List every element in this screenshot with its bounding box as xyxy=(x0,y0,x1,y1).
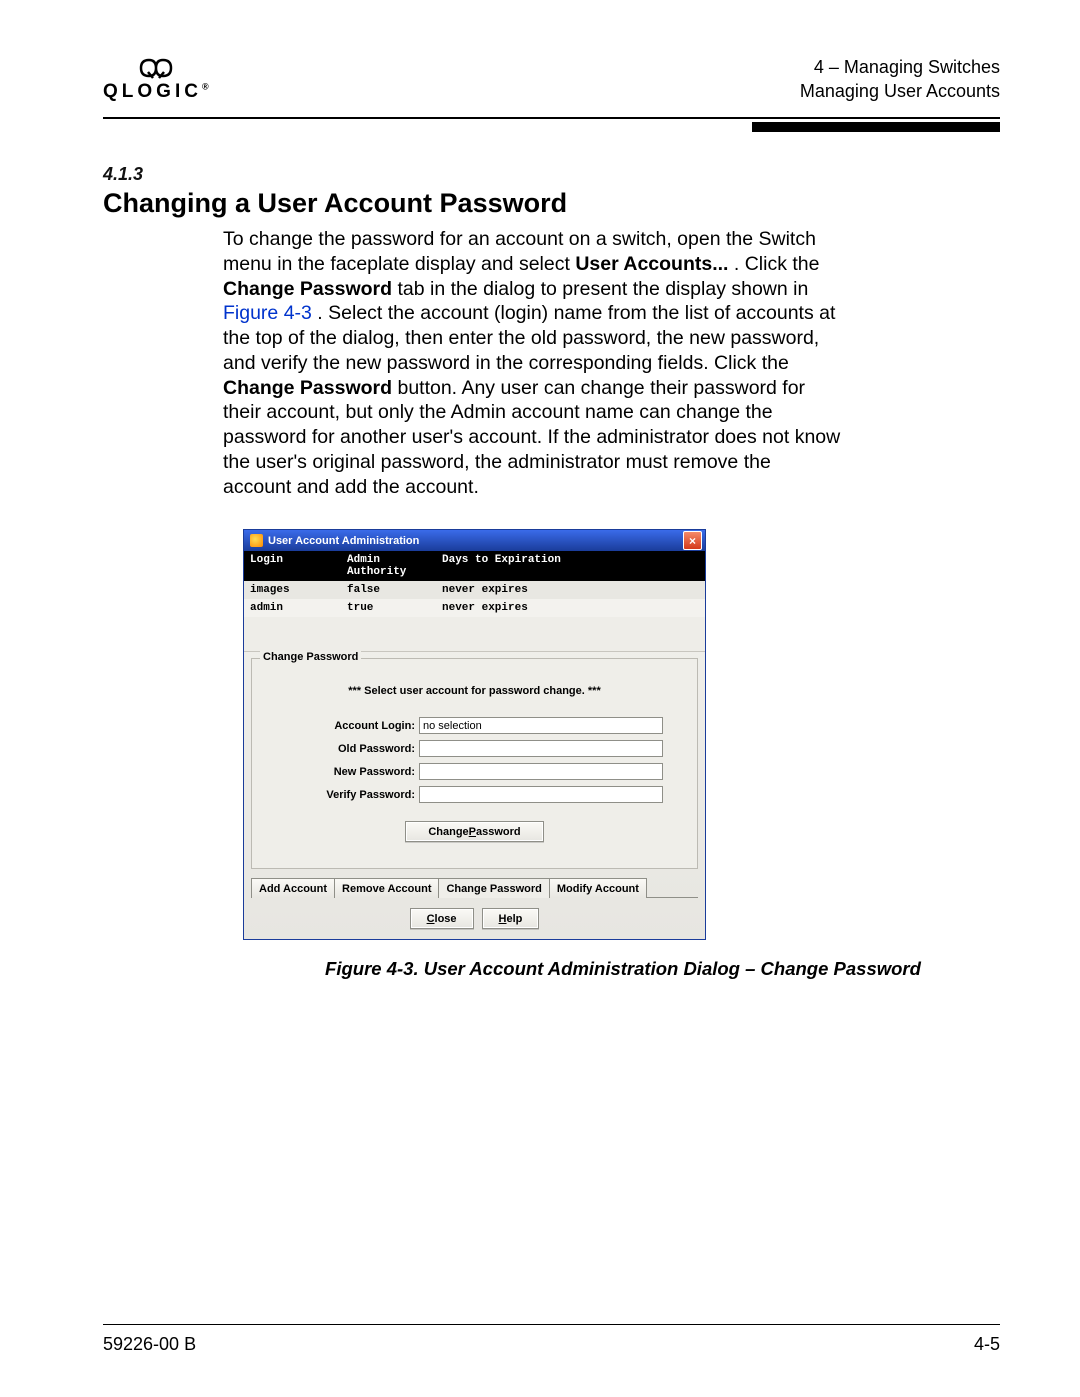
close-button[interactable]: Close xyxy=(410,908,474,929)
account-login-field[interactable] xyxy=(419,717,663,734)
help-button[interactable]: Help xyxy=(482,908,540,929)
table-row[interactable]: admin true never expires xyxy=(244,599,705,617)
app-icon xyxy=(250,534,263,547)
change-password-button[interactable]: Change Password xyxy=(405,821,543,842)
dialog-tabs: Add Account Remove Account Change Passwo… xyxy=(244,877,705,897)
new-password-field[interactable] xyxy=(419,763,663,780)
old-password-label: Old Password: xyxy=(260,743,419,755)
tab-change-password[interactable]: Change Password xyxy=(438,878,549,898)
dialog-titlebar: User Account Administration × xyxy=(244,530,705,551)
accounts-table: Login Admin Authority Days to Expiration… xyxy=(244,551,705,652)
section-title: Changing a User Account Password xyxy=(103,188,1000,219)
footer-doc-id: 59226-00 B xyxy=(103,1334,196,1355)
dialog-title: User Account Administration xyxy=(268,535,683,547)
footer-page-num: 4-5 xyxy=(974,1334,1000,1355)
verify-password-label: Verify Password: xyxy=(260,789,419,801)
close-icon[interactable]: × xyxy=(683,531,702,550)
user-account-admin-dialog: User Account Administration × Login Admi… xyxy=(243,529,706,940)
header-breadcrumb: 4 – Managing Switches Managing User Acco… xyxy=(800,55,1000,104)
tab-modify-account[interactable]: Modify Account xyxy=(549,878,647,898)
change-password-panel: Change Password *** Select user account … xyxy=(251,658,698,869)
section-number: 4.1.3 xyxy=(103,164,1000,185)
old-password-field[interactable] xyxy=(419,740,663,757)
header-line1: 4 – Managing Switches xyxy=(800,55,1000,79)
col-admin: Admin Authority xyxy=(347,554,442,578)
qlogic-logo-icon xyxy=(136,57,176,79)
bold-change-password-tab: Change Password xyxy=(223,278,392,300)
table-row[interactable]: images false never expires xyxy=(244,581,705,599)
account-login-label: Account Login: xyxy=(260,720,419,732)
figure-link[interactable]: Figure 4-3 xyxy=(223,302,312,324)
col-login: Login xyxy=(250,554,347,578)
change-password-legend: Change Password xyxy=(260,651,361,663)
footer-rule xyxy=(103,1324,1000,1326)
change-password-note: *** Select user account for password cha… xyxy=(260,685,689,697)
tab-remove-account[interactable]: Remove Account xyxy=(334,878,439,898)
accounts-header: Login Admin Authority Days to Expiration xyxy=(244,551,705,581)
new-password-label: New Password: xyxy=(260,766,419,778)
col-exp: Days to Expiration xyxy=(442,554,699,578)
bold-change-password-btn: Change Password xyxy=(223,377,392,399)
figure-caption: Figure 4-3. User Account Administration … xyxy=(303,958,943,980)
tab-add-account[interactable]: Add Account xyxy=(251,878,335,898)
logo-text: QLOGIC xyxy=(103,81,202,102)
page-footer: 59226-00 B 4-5 xyxy=(103,1334,1000,1355)
header-rule xyxy=(103,117,1000,131)
bold-user-accounts: User Accounts... xyxy=(575,253,728,275)
qlogic-logo: QLOGIC® xyxy=(103,57,209,101)
header-line2: Managing User Accounts xyxy=(800,79,1000,103)
body-paragraph: To change the password for an account on… xyxy=(223,227,843,499)
verify-password-field[interactable] xyxy=(419,786,663,803)
